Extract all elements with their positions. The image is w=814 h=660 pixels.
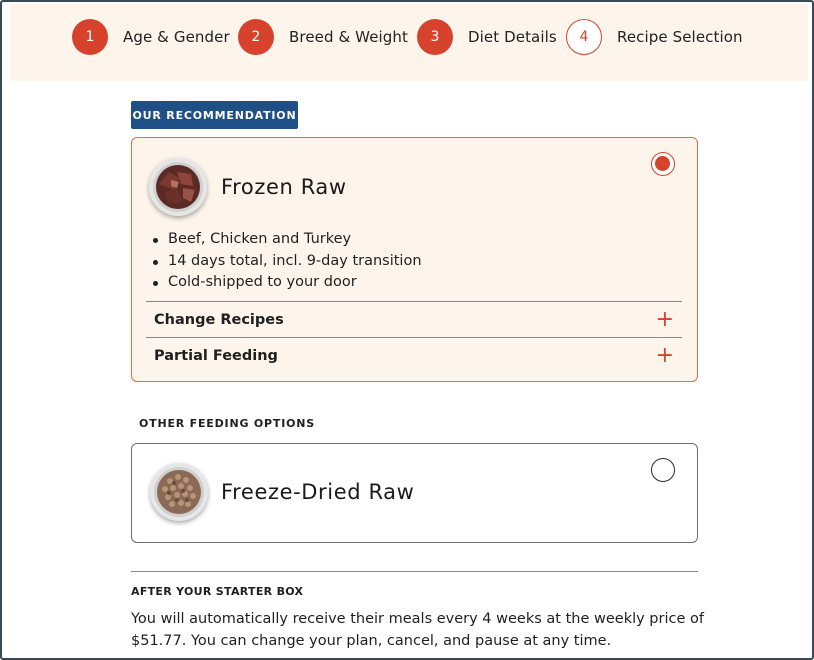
other-options-heading: OTHER FEEDING OPTIONS	[139, 417, 315, 430]
step-age-gender[interactable]: 1 Age & Gender	[72, 19, 230, 55]
step-diet-details[interactable]: 3 Diet Details	[417, 19, 557, 55]
plus-icon[interactable]: +	[656, 308, 674, 331]
option-radio-unselected[interactable]	[651, 458, 675, 482]
option-title: Frozen Raw	[221, 175, 347, 199]
step-label: Breed & Weight	[289, 28, 408, 46]
step-label: Recipe Selection	[617, 28, 743, 46]
recommendation-badge: OUR RECOMMENDATION	[131, 101, 298, 129]
step-number: 1	[72, 19, 108, 55]
option-title: Freeze-Dried Raw	[221, 480, 415, 504]
feature-item: Cold-shipped to your door	[152, 272, 422, 294]
option-radio-selected[interactable]	[651, 152, 675, 176]
step-number: 4	[566, 19, 602, 55]
after-starter-description: You will automatically receive their mea…	[131, 611, 704, 649]
step-number: 2	[238, 19, 274, 55]
kibble-bowl-icon	[150, 463, 208, 521]
raw-meat-bowl-icon	[149, 158, 207, 216]
step-label: Diet Details	[468, 28, 557, 46]
step-label: Age & Gender	[123, 28, 230, 46]
progress-stepper: 1 Age & Gender 2 Breed & Weight 3 Diet D…	[10, 4, 808, 81]
feature-list: Beef, Chicken and Turkey 14 days total, …	[152, 229, 422, 294]
step-recipe-selection[interactable]: 4 Recipe Selection	[566, 19, 743, 55]
feature-item: Beef, Chicken and Turkey	[152, 229, 422, 251]
recipe-option-freeze-dried-raw[interactable]: Freeze-Dried Raw	[131, 443, 698, 543]
page-frame: 1 Age & Gender 2 Breed & Weight 3 Diet D…	[0, 0, 814, 660]
recipe-option-frozen-raw[interactable]: Frozen Raw Beef, Chicken and Turkey 14 d…	[131, 137, 698, 382]
partial-feeding-label: Partial Feeding	[154, 347, 278, 364]
step-breed-weight[interactable]: 2 Breed & Weight	[238, 19, 408, 55]
feature-item: 14 days total, incl. 9-day transition	[152, 251, 422, 273]
step-number: 3	[417, 19, 453, 55]
change-recipes-label: Change Recipes	[154, 311, 284, 328]
partial-feeding-toggle[interactable]: Partial Feeding +	[146, 337, 682, 373]
after-starter-heading: AFTER YOUR STARTER BOX	[131, 585, 304, 598]
change-recipes-toggle[interactable]: Change Recipes +	[146, 301, 682, 337]
section-divider	[131, 571, 698, 572]
plus-icon[interactable]: +	[656, 344, 674, 367]
